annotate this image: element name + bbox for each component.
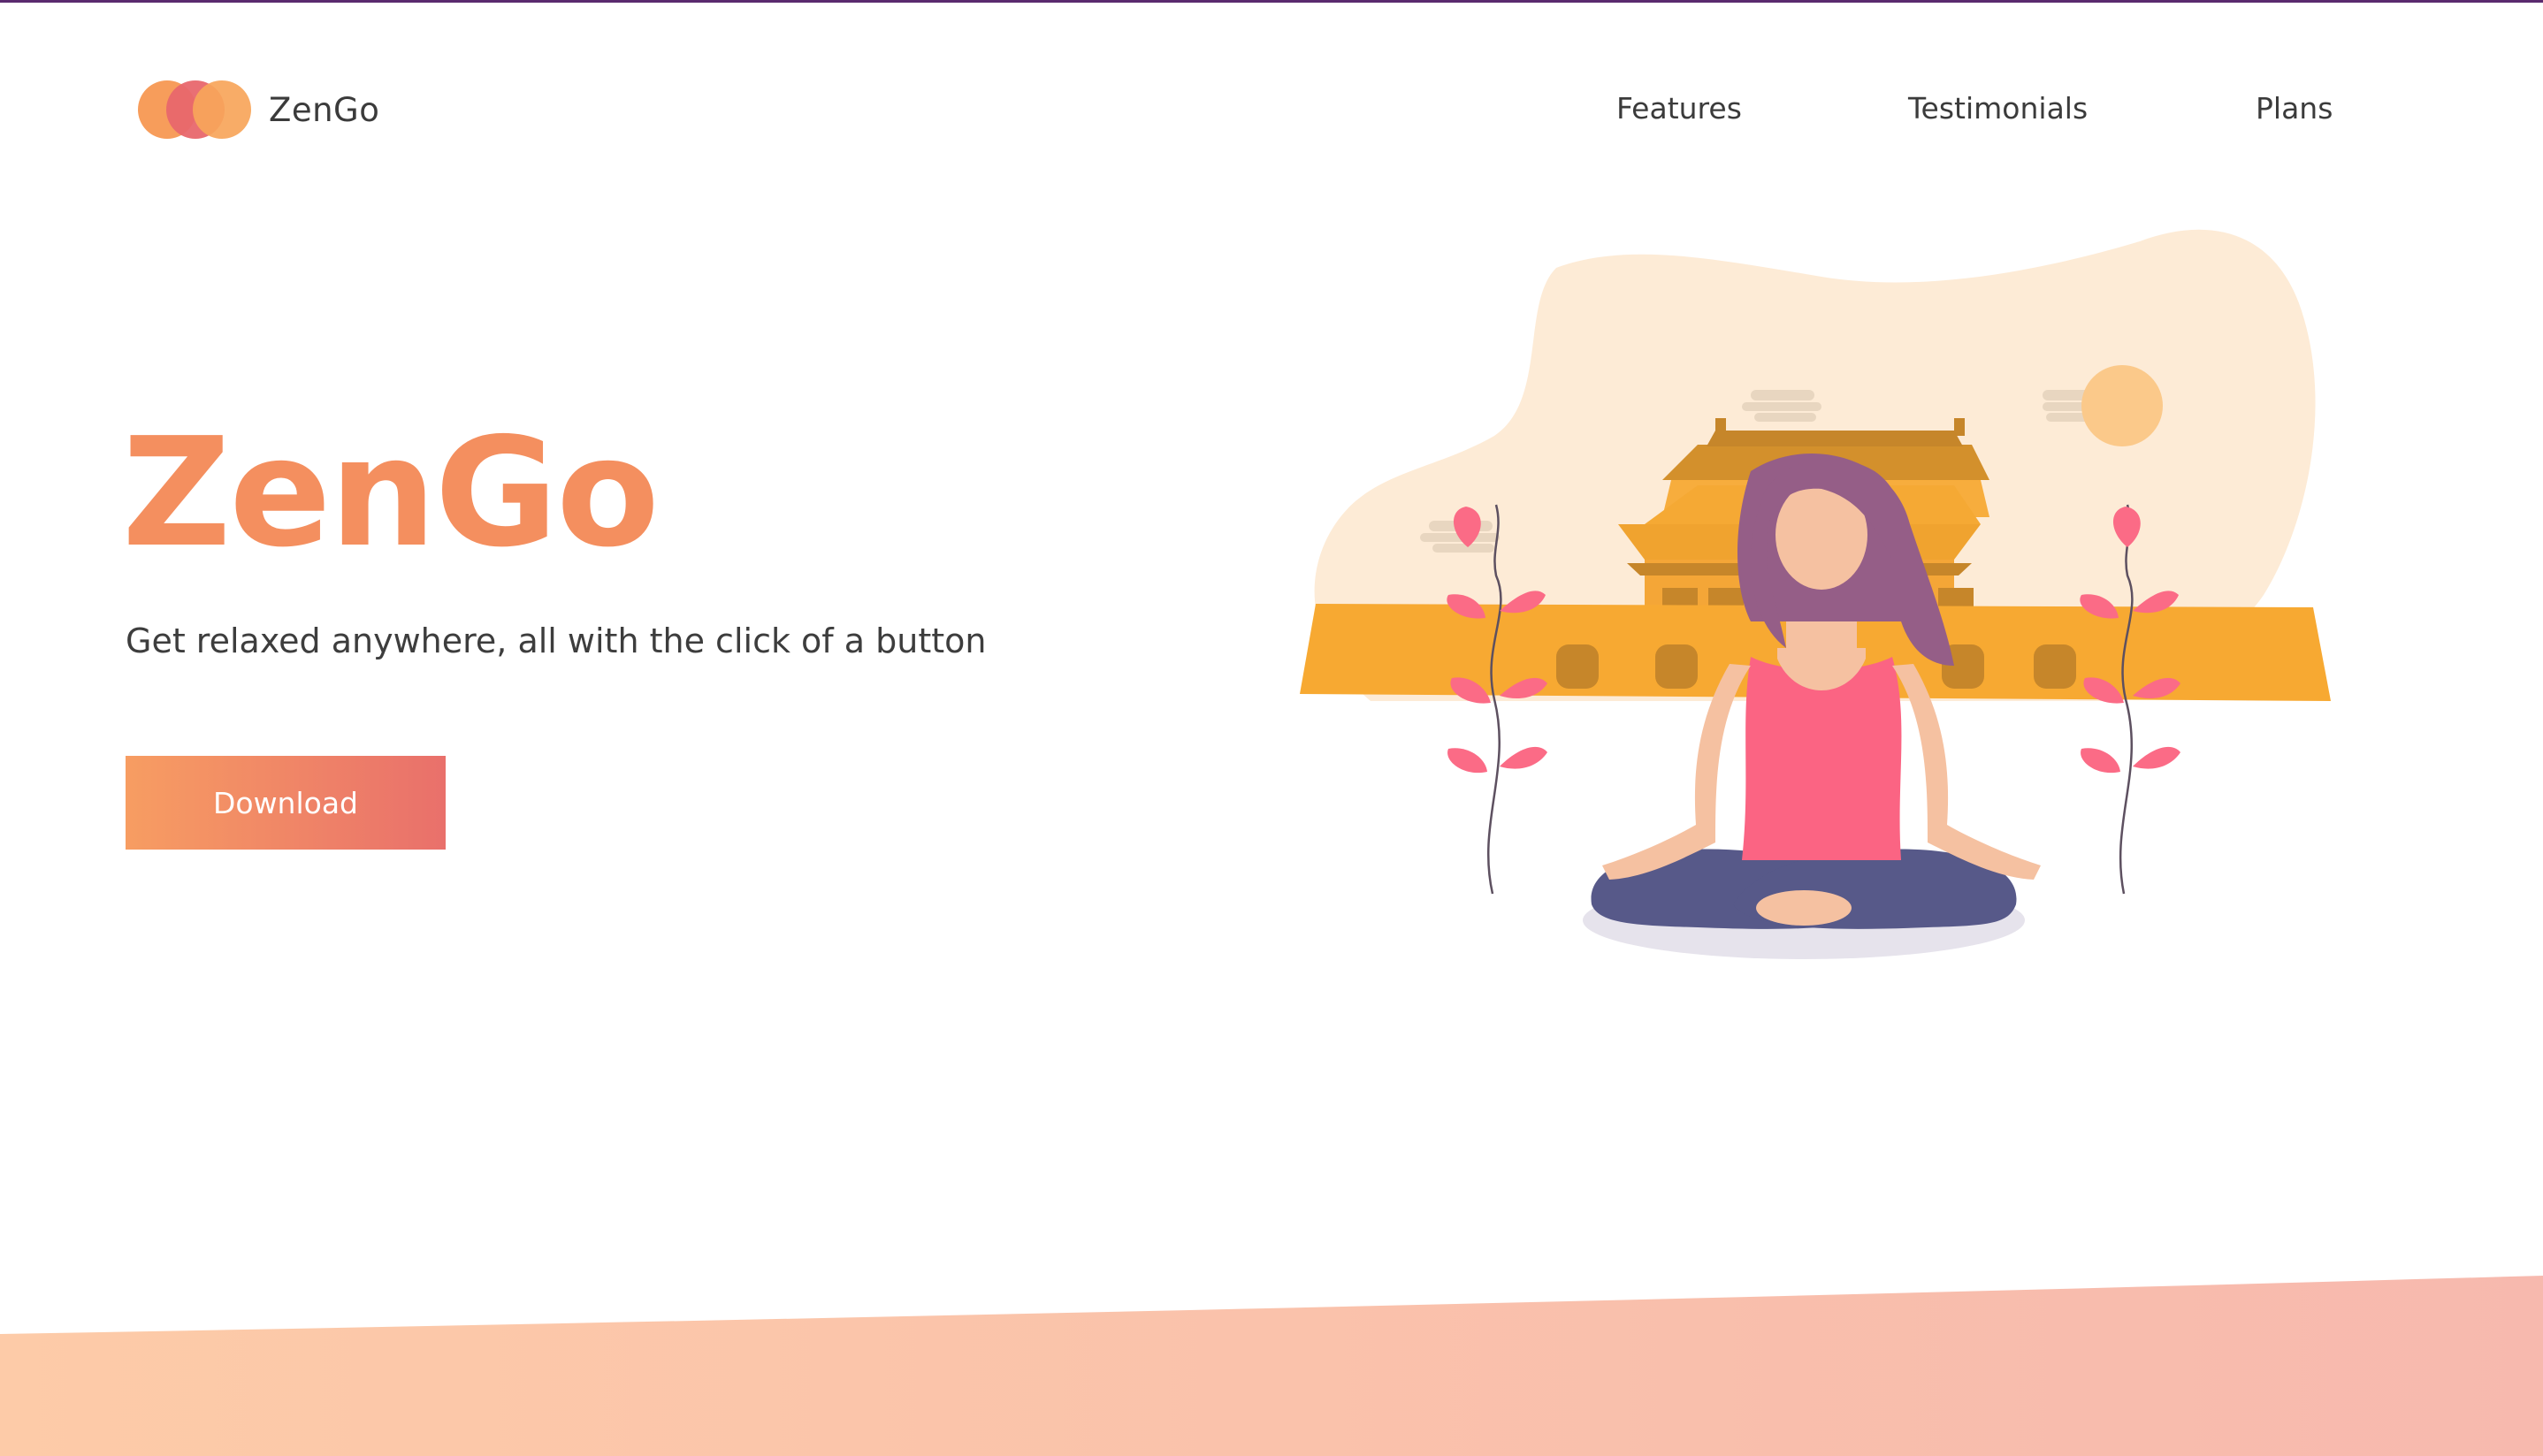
hero-subtitle: Get relaxed anywhere, all with the click… [126,621,987,660]
footer-wave [0,1276,2543,1456]
nav-link-features[interactable]: Features [1616,91,1742,126]
sun-icon [2081,365,2163,446]
nav-link-testimonials[interactable]: Testimonials [1908,91,2088,126]
meditation-illustration [1300,229,2331,959]
hero-title: ZenGo [122,406,660,581]
nav-link-plans[interactable]: Plans [2256,91,2333,126]
main-nav: Features Testimonials Plans [0,91,2543,135]
download-button[interactable]: Download [126,756,446,850]
